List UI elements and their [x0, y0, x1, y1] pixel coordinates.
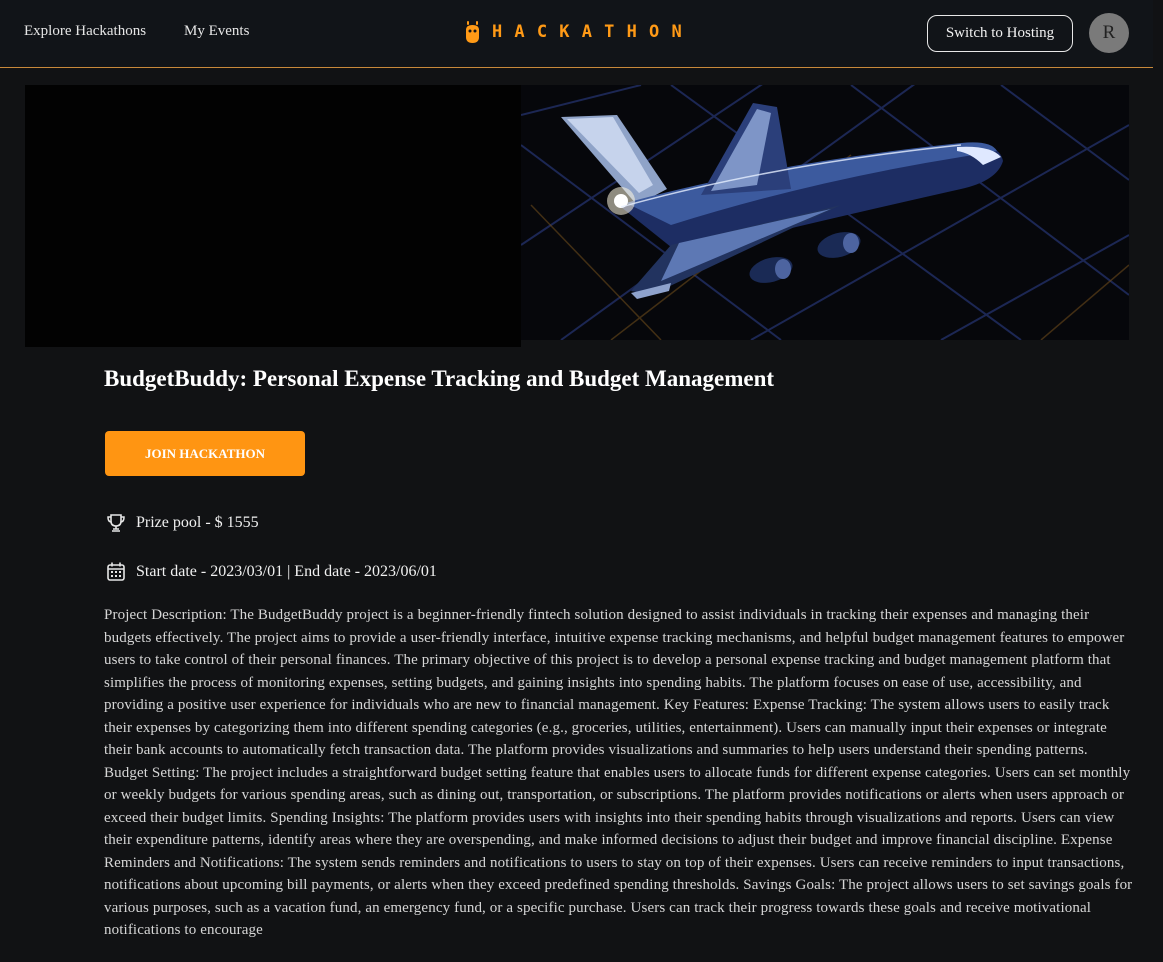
airplane-image — [521, 85, 1129, 340]
prize-pool-text: Prize pool - $ 1555 — [136, 514, 259, 531]
logo-text: HACKATHON — [492, 22, 694, 42]
switch-to-hosting-button[interactable]: Switch to Hosting — [927, 15, 1073, 52]
nav-my-events-link[interactable]: My Events — [184, 23, 249, 40]
nav-explore-hackathons-link[interactable]: Explore Hackathons — [24, 23, 146, 40]
trophy-icon — [107, 514, 125, 532]
banner-dark-panel — [25, 85, 521, 347]
dates-text: Start date - 2023/03/01 | End date - 202… — [136, 562, 437, 580]
hackathon-title: BudgetBuddy: Personal Expense Tracking a… — [104, 366, 775, 391]
bug-logo-icon — [466, 21, 479, 43]
dates-row: Start date - 2023/03/01 | End date - 202… — [106, 561, 437, 582]
calendar-icon — [107, 562, 125, 581]
navbar: Explore Hackathons My Events HACKATHON S… — [0, 0, 1153, 68]
user-avatar[interactable]: R — [1089, 13, 1129, 53]
hackathon-banner — [25, 85, 1129, 347]
prize-pool-row: Prize pool - $ 1555 — [106, 513, 259, 533]
join-hackathon-button[interactable]: JOIN HACKATHON — [105, 431, 305, 476]
project-description: Project Description: The BudgetBuddy pro… — [104, 607, 1133, 938]
hackathon-logo[interactable]: HACKATHON — [464, 17, 694, 47]
